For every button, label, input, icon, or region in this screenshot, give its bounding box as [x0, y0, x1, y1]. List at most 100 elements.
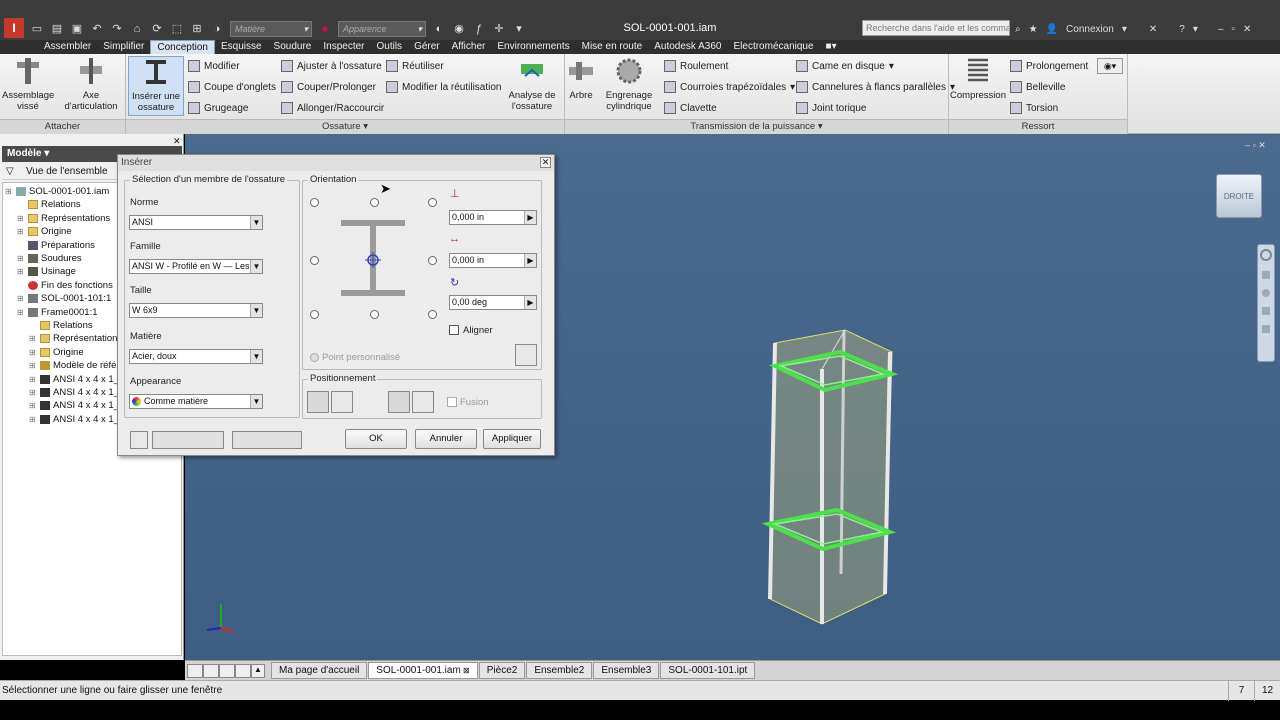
new-icon[interactable]: ▭ — [30, 22, 44, 36]
compression-spring-button[interactable]: Compression — [950, 56, 1006, 101]
disc-cam-dropdown-icon[interactable]: ▾ — [889, 61, 894, 72]
expand-icon[interactable]: ⊞ — [29, 413, 37, 426]
shaft-button[interactable]: Arbre — [566, 56, 596, 101]
measure-icon[interactable]: ⊞ — [190, 22, 204, 36]
material-combo[interactable]: Matière — [230, 21, 312, 37]
splines-button[interactable]: Cannelures à flancs parallèles ▾ — [796, 78, 955, 96]
tree-node[interactable]: ⊞ Soudures — [17, 252, 82, 265]
clear-appearance-icon[interactable]: ◐ — [432, 22, 446, 36]
help-icon[interactable]: ? — [1179, 24, 1185, 35]
close-tab-icon[interactable]: ⊠ — [461, 666, 470, 675]
tree-node[interactable]: Fin des fonctions — [17, 279, 113, 292]
anchor-top-right-radio[interactable] — [428, 198, 437, 207]
tree-node[interactable]: ⊞ Usinage — [17, 265, 76, 278]
open-icon[interactable]: ▤ — [50, 22, 64, 36]
preview-toggle-group[interactable] — [152, 431, 224, 449]
expand-icon[interactable]: ⊞ — [29, 359, 37, 372]
zoom-icon[interactable] — [1262, 289, 1270, 297]
vbelts-button[interactable]: Courroies trapézoïdales ▾ — [664, 78, 795, 96]
login-button[interactable]: Connexion — [1066, 24, 1114, 35]
tree-node[interactable]: ⊞ SOL-0001-101:1 — [17, 292, 111, 305]
belleville-button[interactable]: Belleville — [1010, 78, 1065, 96]
select-edges-icon[interactable] — [388, 391, 410, 413]
navigation-bar[interactable] — [1257, 244, 1275, 362]
maximize-icon[interactable]: ▫ — [1231, 24, 1235, 35]
bolted-connection-button[interactable]: Assemblage vissé — [2, 56, 54, 112]
tile-windows-icon[interactable] — [187, 663, 203, 678]
function-icon[interactable]: ƒ — [472, 22, 486, 36]
flip-icon[interactable] — [515, 344, 537, 366]
undo-icon[interactable]: ↶ — [90, 22, 104, 36]
color-icon[interactable]: ◑ — [210, 22, 224, 36]
home-icon[interactable]: ⌂ — [130, 22, 144, 36]
look-at-icon[interactable] — [1262, 325, 1270, 333]
document-tab[interactable]: Ensemble3 — [593, 662, 660, 679]
favorites-icon[interactable]: ★ — [1029, 24, 1038, 35]
expand-icon[interactable]: ⊞ — [17, 225, 25, 238]
ribbon-tab-0[interactable]: Assembler — [38, 40, 97, 54]
document-tab[interactable]: SOL-0001-101.ipt — [660, 662, 756, 679]
expand-icon[interactable]: ⊞ — [29, 346, 37, 359]
notch-button[interactable]: Grugeage — [188, 99, 248, 117]
tree-node[interactable]: ⊞ Frame0001:1 — [17, 306, 98, 319]
align-checkbox[interactable] — [449, 325, 459, 335]
disc-cam-button[interactable]: Came en disque ▾ — [796, 57, 894, 75]
ribbon-tab-10[interactable]: Mise en route — [576, 40, 649, 54]
anchor-bottom-left-radio[interactable] — [310, 310, 319, 319]
ribbon-tab-9[interactable]: Environnements — [491, 40, 575, 54]
anchor-middle-left-radio[interactable] — [310, 256, 319, 265]
select-icon[interactable]: ⬚ — [170, 22, 184, 36]
material-select[interactable]: Acier, doux ▼ — [129, 349, 263, 364]
anchor-top-left-radio[interactable] — [310, 198, 319, 207]
select-points-icon[interactable] — [412, 391, 434, 413]
ribbon-tab-3[interactable]: Esquisse — [215, 40, 268, 54]
expand-icon[interactable]: ⊞ — [17, 252, 25, 265]
viewcube[interactable]: DROITE — [1216, 174, 1262, 218]
minimize-icon[interactable]: – — [1218, 24, 1224, 35]
placement-between-points-icon[interactable] — [331, 391, 353, 413]
tree-node[interactable]: ⊞ Origine — [17, 225, 72, 238]
insert-frame-button[interactable]: Insérer une ossature — [128, 56, 184, 116]
adjust-icon[interactable]: ◉ — [452, 22, 466, 36]
tab-menu-icon[interactable]: ▲ — [251, 663, 265, 678]
expand-icon[interactable]: ⊞ — [17, 292, 25, 305]
bearing-button[interactable]: Roulement — [664, 57, 728, 75]
appearance-select[interactable]: Comme matière ▼ — [129, 394, 263, 409]
tree-node[interactable]: ⊞ Modèle de référen — [29, 359, 130, 372]
tree-node[interactable]: Préparations — [17, 239, 95, 252]
anchor-top-center-radio[interactable] — [370, 198, 379, 207]
dialog-close-icon[interactable]: ✕ — [540, 157, 551, 168]
help-search-input[interactable]: Recherche dans l'aide et les comma — [862, 20, 1010, 36]
trim-extend-button[interactable]: Couper/Prolonger — [281, 78, 376, 96]
app-logo[interactable]: I — [4, 18, 24, 38]
ribbon-tab-1[interactable]: Simplifier — [97, 40, 150, 54]
login-dropdown-icon[interactable]: ▾ — [1122, 24, 1127, 35]
tree-node[interactable]: Relations — [17, 198, 81, 211]
pan-icon[interactable] — [1262, 271, 1270, 279]
qat-dropdown-icon[interactable]: ▾ — [512, 22, 526, 36]
window-close-icon[interactable]: ✕ — [1243, 24, 1251, 35]
ribbon-tab-5[interactable]: Inspecter — [317, 40, 370, 54]
tree-node[interactable]: ⊞ Origine — [29, 346, 84, 359]
orbit-icon[interactable] — [1262, 307, 1270, 315]
custom-point-radio[interactable] — [310, 353, 319, 362]
expand-icon[interactable]: ⊞ — [17, 265, 25, 278]
modify-frame-button[interactable]: Modifier — [188, 57, 240, 75]
vertical-offset-input[interactable]: 0,000 in ▶ — [449, 253, 537, 268]
oring-button[interactable]: Joint torique — [796, 99, 866, 117]
spur-gear-button[interactable]: Engrenage cylindrique — [602, 56, 656, 112]
vbelts-dropdown-icon[interactable]: ▾ — [790, 82, 795, 93]
size-select[interactable]: W 6x9 ▼ — [129, 303, 263, 318]
dialog-title[interactable]: Insérer — [118, 155, 554, 171]
change-reuse-button[interactable]: Modifier la réutilisation — [386, 78, 502, 96]
expand-icon[interactable]: ⊞ — [29, 332, 37, 345]
lengthen-shorten-button[interactable]: Allonger/Raccourcir — [281, 99, 384, 117]
anchor-bottom-center-radio[interactable] — [370, 310, 379, 319]
extension-spring-button[interactable]: Prolongement — [1010, 57, 1088, 75]
vertical-windows-icon[interactable] — [235, 663, 251, 678]
tree-node[interactable]: ⊞ SOL-0001-001.iam — [5, 185, 109, 198]
tree-node[interactable]: ⊞ Représentations — [17, 212, 110, 225]
expand-icon[interactable]: ⊞ — [29, 373, 37, 386]
appearance-combo[interactable]: Apparence — [338, 21, 426, 37]
update-icon[interactable]: ⟳ — [150, 22, 164, 36]
